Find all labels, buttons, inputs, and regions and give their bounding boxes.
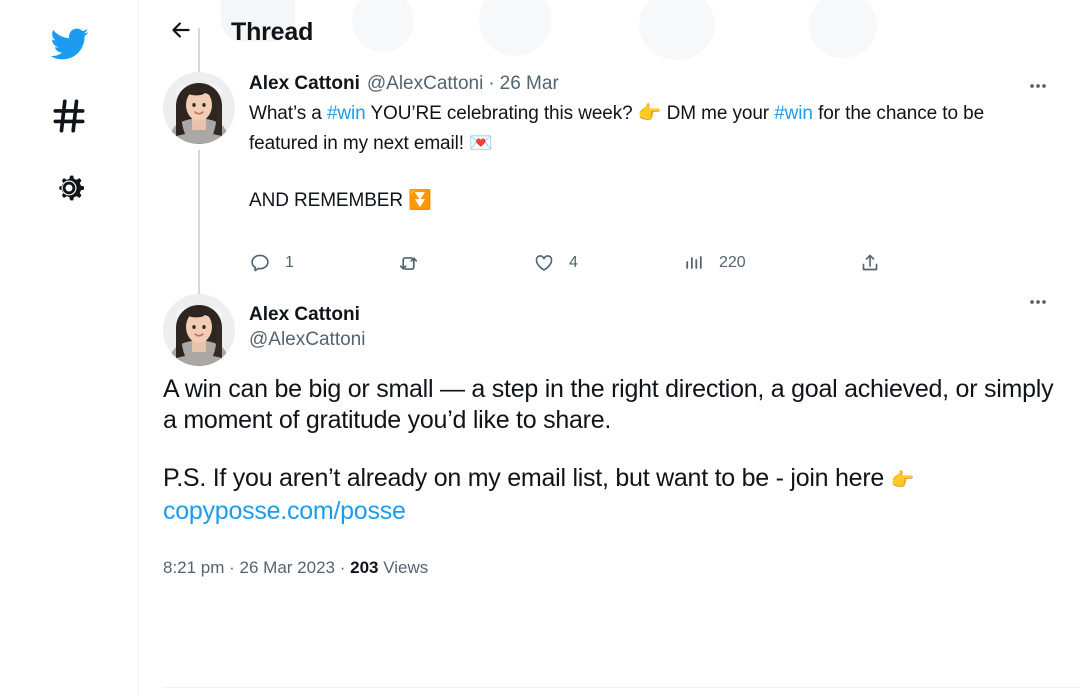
separator-dot: · bbox=[488, 73, 495, 94]
tweet-more-options-button[interactable] bbox=[1020, 286, 1056, 322]
tweet-action-bar: 1 4 220 bbox=[249, 246, 1056, 280]
tweet-text-segment: DM me your bbox=[661, 103, 775, 124]
meta-separator: · bbox=[335, 558, 351, 577]
views-count: 203 bbox=[350, 558, 379, 577]
meta-separator: · bbox=[224, 558, 240, 577]
author-display-name[interactable]: Alex Cattoni bbox=[249, 303, 1056, 327]
back-button[interactable] bbox=[163, 14, 199, 50]
avatar[interactable] bbox=[163, 294, 235, 366]
hashtag-link-win[interactable]: #win bbox=[327, 103, 366, 124]
sidebar-item-settings[interactable] bbox=[0, 152, 138, 224]
main-column: Thread Alex Cattoni @AlexCattoni · 26 Ma… bbox=[139, 0, 1080, 696]
tweet-text-segment: What’s a bbox=[249, 103, 327, 124]
tweet-parent[interactable]: Alex Cattoni @AlexCattoni · 26 Mar What’… bbox=[139, 28, 1080, 350]
focused-paragraph-2: P.S. If you aren’t already on my email l… bbox=[163, 463, 1056, 527]
tweet-gutter bbox=[163, 294, 235, 366]
focused-paragraph-1: A win can be big or small — a step in th… bbox=[163, 375, 1054, 434]
reply-icon bbox=[249, 252, 271, 274]
analytics-icon bbox=[683, 252, 705, 274]
author-display-name[interactable]: Alex Cattoni bbox=[249, 72, 360, 96]
tweet-text-segment: AND REMEMBER bbox=[249, 190, 409, 211]
hashtag-link-win-2[interactable]: #win bbox=[774, 103, 813, 124]
twitter-thread-page: Thread Alex Cattoni @AlexCattoni · 26 Ma… bbox=[0, 0, 1080, 696]
hashtag-icon bbox=[48, 95, 90, 137]
tweet-text-second-paragraph: AND REMEMBER ⏬ bbox=[249, 186, 1056, 216]
twitter-bird-icon bbox=[47, 24, 91, 64]
double-down-arrow-emoji: ⏬ bbox=[408, 190, 432, 211]
pointing-right-emoji: 👉 bbox=[890, 470, 915, 491]
retweet-button[interactable] bbox=[397, 252, 533, 275]
tweet-author-row: Alex Cattoni @AlexCattoni · 26 Mar bbox=[249, 72, 1056, 96]
tweet-full-date: 26 Mar 2023 bbox=[239, 558, 335, 577]
sidebar-item-twitter-logo[interactable] bbox=[0, 8, 138, 80]
thread-list: Alex Cattoni @AlexCattoni · 26 Mar What’… bbox=[139, 28, 1080, 579]
sidebar-item-explore[interactable] bbox=[0, 80, 138, 152]
reply-count: 1 bbox=[285, 254, 294, 271]
views-count: 220 bbox=[719, 254, 746, 271]
more-horizontal-icon bbox=[1027, 291, 1049, 318]
tweet-metadata: 8:21 pm · 26 Mar 2023 · 203 Views bbox=[139, 557, 1080, 579]
sidebar-nav bbox=[0, 0, 139, 696]
author-name-stack: Alex Cattoni @AlexCattoni bbox=[249, 294, 1056, 352]
views-label: Views bbox=[378, 558, 429, 577]
share-button[interactable] bbox=[859, 252, 899, 274]
tweet-time: 8:21 pm bbox=[163, 558, 225, 577]
tweet-text-segment: YOU’RE celebrating this week? bbox=[365, 103, 638, 124]
tweet-date[interactable]: 26 Mar bbox=[500, 72, 559, 96]
love-letter-emoji: 💌 bbox=[469, 133, 493, 154]
tweet-focused[interactable]: Alex Cattoni @AlexCattoni bbox=[139, 280, 1080, 366]
author-handle[interactable]: @AlexCattoni bbox=[367, 72, 483, 96]
arrow-left-icon bbox=[168, 17, 194, 48]
focused-tweet-text: A win can be big or small — a step in th… bbox=[139, 374, 1080, 527]
thread-connector-top bbox=[198, 28, 200, 72]
external-link[interactable]: copyposse.com/posse bbox=[163, 497, 406, 525]
share-icon bbox=[859, 252, 881, 274]
pointing-right-emoji: 👉 bbox=[637, 103, 662, 124]
avatar[interactable] bbox=[163, 72, 235, 144]
tweet-more-options-button[interactable] bbox=[1020, 70, 1056, 106]
page-title: Thread bbox=[231, 17, 314, 46]
reply-button[interactable]: 1 bbox=[249, 252, 397, 274]
author-handle[interactable]: @AlexCattoni bbox=[249, 328, 1056, 352]
views-button[interactable]: 220 bbox=[683, 252, 859, 274]
tweet-gutter bbox=[163, 28, 235, 350]
retweet-icon bbox=[397, 252, 420, 275]
tweet-text: What’s a #win YOU’RE celebrating this we… bbox=[249, 99, 1056, 159]
section-divider bbox=[163, 687, 1080, 688]
heart-icon bbox=[533, 252, 555, 274]
gear-icon bbox=[49, 168, 89, 208]
like-button[interactable]: 4 bbox=[533, 252, 683, 274]
like-count: 4 bbox=[569, 254, 578, 271]
tweet-author-block: Alex Cattoni @AlexCattoni bbox=[235, 294, 1056, 352]
more-horizontal-icon bbox=[1027, 75, 1049, 102]
focused-text-segment: P.S. If you aren’t already on my email l… bbox=[163, 464, 891, 492]
tweet-content: Alex Cattoni @AlexCattoni · 26 Mar What’… bbox=[235, 72, 1056, 280]
thread-header: Thread bbox=[139, 0, 1080, 64]
